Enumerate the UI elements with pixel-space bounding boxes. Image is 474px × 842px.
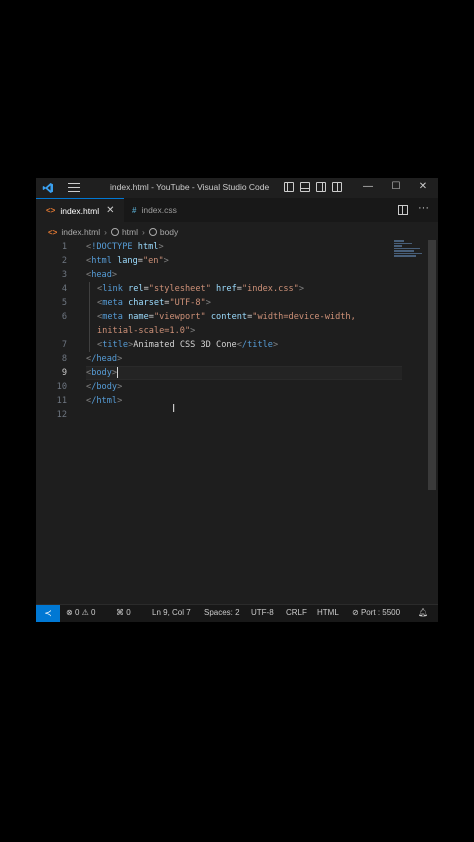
code-line: 4 <link rel="stylesheet" href="index.css… [36,282,428,296]
code-line: 3 <head> [36,268,428,282]
code-line: 7 <title>Animated CSS 3D Cone</title> [36,338,428,352]
code-line: 11 </html> [36,394,428,408]
language-mode[interactable]: HTML [317,608,339,617]
line-code: <link rel="stylesheet" href="index.css"> [97,284,305,294]
line-number: 12 [56,410,67,420]
line-number: 6 [61,312,67,322]
eol-setting[interactable]: CRLF [286,608,307,617]
minimap[interactable] [394,240,424,260]
breadcrumb-body[interactable]: body [160,227,178,237]
window-title: index.html - YouTube - Visual Studio Cod… [110,182,270,192]
text-cursor [117,367,119,378]
mouse-ibeam-cursor-icon: I [172,402,176,415]
line-number: 5 [61,298,67,308]
code-line: 10 </body> [36,380,428,394]
html-file-icon: <> [46,206,56,215]
tab-label: index.css [141,205,177,215]
code-line: 5 <meta charset="UTF-8"> [36,296,428,310]
line-number: 10 [56,382,67,392]
vscode-logo-icon [42,183,53,193]
close-window-button[interactable]: ✕ [417,181,429,192]
no-entry-icon: ⊘ [352,608,359,617]
cursor-position[interactable]: Ln 9, Col 7 [152,608,191,617]
toggle-secondary-sidebar-icon[interactable] [316,182,326,192]
element-symbol-icon [110,228,119,236]
line-code: </head> [86,354,123,364]
line-code: <body> [86,367,119,378]
notifications-bell-icon[interactable]: 🔔︎ [418,608,428,617]
line-number: 2 [61,256,67,266]
line-code: initial-scale=1.0"> [97,326,196,336]
tab-bar: <> index.html ✕ # index.css ··· [36,198,438,222]
line-code: </body> [86,382,123,392]
broadcast-icon: ⌘ [116,608,124,617]
maximize-button[interactable]: ☐ [390,181,402,192]
line-number: 7 [61,340,67,350]
hamburger-menu-icon[interactable] [68,183,80,193]
vscode-window: index.html - YouTube - Visual Studio Cod… [36,178,438,622]
css-file-icon: # [132,205,137,215]
code-editor[interactable]: 1 <!DOCTYPE html> 2 <html lang="en"> 3 <… [36,240,428,604]
layout-controls [284,182,342,192]
tab-index-css[interactable]: # index.css [124,198,198,222]
line-code: <meta charset="UTF-8"> [97,298,211,308]
code-line: 6 <meta name="viewport" content="width=d… [36,310,428,324]
line-number: 9 [61,368,67,378]
status-bar: ≺ ⊗ 0 ⚠ 0 ⌘ 0 Ln 9, Col 7 Spaces: 2 UTF-… [36,604,438,622]
split-editor-icon[interactable] [398,205,408,215]
breadcrumb-separator: › [104,227,107,237]
vertical-scrollbar[interactable] [428,240,436,490]
customize-layout-icon[interactable] [332,182,342,192]
live-server-port[interactable]: ⊘ Port : 5500 [352,608,400,617]
warning-icon: ⚠ [81,608,89,617]
code-line-wrapped: initial-scale=1.0"> [36,324,428,338]
tab-index-html[interactable]: <> index.html ✕ [36,198,124,222]
breadcrumb-file[interactable]: index.html [61,227,100,237]
line-code: <!DOCTYPE html> [86,242,164,252]
code-line-current: 9 <body> [36,366,428,380]
html-file-icon: <> [48,227,58,237]
line-code: <meta name="viewport" content="width=dev… [97,312,356,322]
line-number: 3 [61,270,67,280]
line-code: </html> [86,396,123,406]
code-line: 1 <!DOCTYPE html> [36,240,428,254]
line-number: 11 [56,396,67,406]
element-symbol-icon [148,228,157,236]
code-line: 12 [36,408,428,422]
more-actions-icon[interactable]: ··· [418,202,429,214]
line-number: 4 [61,284,67,294]
breadcrumb: <> index.html › html › body [48,225,178,239]
close-tab-icon[interactable]: ✕ [106,205,114,216]
line-number: 8 [61,354,67,364]
tab-label: index.html [60,205,100,216]
toggle-panel-icon[interactable] [300,182,310,192]
ports-indicator[interactable]: ⌘ 0 [116,608,131,617]
breadcrumb-separator: › [142,227,145,237]
minimize-button[interactable]: — [362,181,374,192]
title-bar: index.html - YouTube - Visual Studio Cod… [36,178,438,198]
encoding-setting[interactable]: UTF-8 [251,608,274,617]
remote-indicator-icon[interactable]: ≺ [36,605,60,622]
line-code: <html lang="en"> [86,256,169,266]
error-icon: ⊗ [66,608,73,617]
line-number: 1 [61,242,67,252]
line-code: <head> [86,270,118,280]
indentation-setting[interactable]: Spaces: 2 [204,608,240,617]
line-code: <title>Animated CSS 3D Cone</title> [97,340,279,350]
code-line: 8 </head> [36,352,428,366]
problems-indicator[interactable]: ⊗ 0 ⚠ 0 [66,608,95,617]
code-line: 2 <html lang="en"> [36,254,428,268]
breadcrumb-html[interactable]: html [122,227,138,237]
toggle-primary-sidebar-icon[interactable] [284,182,294,192]
